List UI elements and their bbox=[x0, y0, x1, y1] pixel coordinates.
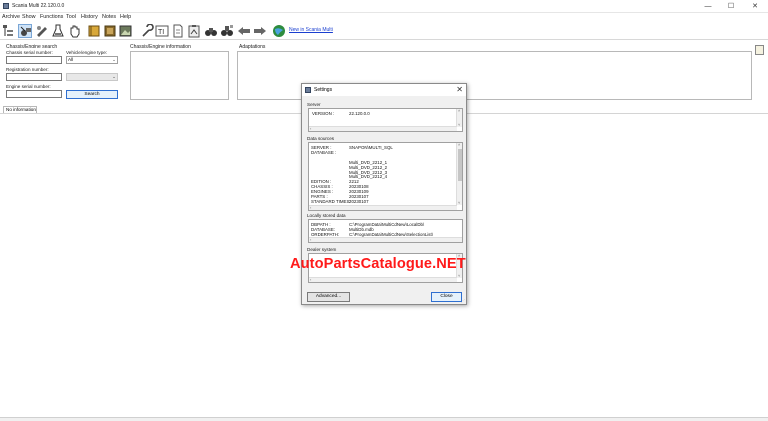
server-version-key: VERSION : bbox=[312, 111, 335, 116]
adaptations-panel-title: Adaptations bbox=[239, 44, 266, 50]
arrow-right-icon[interactable] bbox=[253, 24, 267, 38]
menu-show[interactable]: Show bbox=[22, 14, 36, 20]
row-key: DATABASE : bbox=[311, 149, 337, 155]
data-sources-box[interactable]: SERVER : SNAPON\MULTI_SQL DATABASE : Multi_… bbox=[308, 142, 463, 211]
globe-icon[interactable] bbox=[272, 24, 286, 38]
maximize-button[interactable]: ☐ bbox=[720, 1, 742, 12]
clipboard-icon[interactable] bbox=[187, 24, 201, 38]
settings-dialog-title: Settings bbox=[314, 87, 333, 93]
window-titlebar: Scania Multi 22.120.0.0 — ☐ ✕ bbox=[0, 0, 768, 13]
server-horizontal-scrollbar[interactable]: ‹ bbox=[309, 126, 457, 131]
data-sources-horizontal-scrollbar[interactable]: ‹ bbox=[309, 205, 457, 210]
scroll-left-icon[interactable]: ‹ bbox=[310, 206, 311, 210]
chassis-serial-label: Chassis serial number: bbox=[6, 50, 53, 55]
row-key: STANDARD TIMES: bbox=[311, 198, 351, 204]
new-in-scania-multi-link[interactable]: New in Scania Multi bbox=[289, 27, 333, 33]
arrow-left-icon[interactable] bbox=[237, 24, 251, 38]
menu-bar: Archive Show Functions Tool History Note… bbox=[0, 13, 768, 22]
local-data-section-label: Locally stored data bbox=[307, 213, 346, 218]
catalog-tree-icon[interactable] bbox=[2, 24, 16, 38]
watermark-text: AutoPartsCatalogue.NET bbox=[290, 256, 466, 272]
data-sources-section-label: Data sources bbox=[307, 136, 335, 141]
minimize-button[interactable]: — bbox=[697, 1, 719, 12]
search-button[interactable]: Search bbox=[66, 90, 118, 99]
wrench-puzzle-icon[interactable] bbox=[35, 24, 49, 38]
chevron-down-icon: ⌄ bbox=[112, 74, 116, 79]
scroll-up-icon[interactable]: ˄ bbox=[458, 109, 460, 113]
scroll-down-icon[interactable]: ˅ bbox=[458, 123, 460, 127]
registration-input[interactable] bbox=[6, 73, 62, 81]
menu-functions[interactable]: Functions bbox=[40, 14, 63, 20]
tab-no-information[interactable]: No information bbox=[3, 106, 37, 113]
menu-notes[interactable]: Notes bbox=[102, 14, 116, 20]
engine-serial-label: Engine serial number: bbox=[6, 84, 51, 89]
vehicle-type-select[interactable]: All ⌄ bbox=[66, 56, 118, 64]
status-bar bbox=[0, 417, 768, 421]
close-button[interactable]: Close bbox=[431, 292, 462, 302]
scroll-left-icon[interactable]: ‹ bbox=[310, 127, 311, 131]
close-icon[interactable]: ✕ bbox=[456, 85, 463, 94]
vehicle-type-value: All bbox=[68, 57, 74, 62]
binoculars-tag-icon[interactable] bbox=[220, 24, 234, 38]
data-sources-vertical-scrollbar[interactable]: ˄ ˅ bbox=[456, 143, 462, 205]
menu-history[interactable]: History bbox=[81, 14, 98, 20]
document-icon[interactable] bbox=[171, 24, 185, 38]
local-data-horizontal-scrollbar[interactable]: ‹ bbox=[309, 237, 462, 242]
vehicle-type-label: Vehicle/engine type: bbox=[66, 50, 108, 55]
close-window-button[interactable]: ✕ bbox=[744, 1, 766, 12]
toolbar: TI New in Scania Multi bbox=[0, 22, 768, 40]
scroll-down-icon[interactable]: ˅ bbox=[458, 201, 460, 205]
chassis-serial-input[interactable] bbox=[6, 56, 62, 64]
book-open-icon[interactable] bbox=[103, 24, 117, 38]
scroll-left-icon[interactable]: ‹ bbox=[310, 238, 311, 242]
advanced-button[interactable]: Advanced... bbox=[307, 292, 350, 302]
dealer-horizontal-scrollbar[interactable]: ‹ bbox=[309, 277, 457, 282]
notepad-icon[interactable] bbox=[755, 45, 764, 55]
svg-text:TI: TI bbox=[158, 29, 164, 36]
server-box[interactable]: VERSION : 22.120.0.0 ˄ ˅ ‹ bbox=[308, 108, 463, 132]
dealer-section-label: Dealer system bbox=[307, 247, 337, 252]
info-panel bbox=[130, 51, 229, 100]
menu-help[interactable]: Help bbox=[120, 14, 131, 20]
scrollbar-thumb[interactable] bbox=[458, 149, 462, 181]
engine-tools-icon[interactable] bbox=[18, 24, 32, 38]
scroll-up-icon[interactable]: ˄ bbox=[458, 143, 460, 147]
local-data-box[interactable]: DBPATH : C:\ProgramData\MultiCdNew\LocalD… bbox=[308, 219, 463, 243]
scroll-left-icon[interactable]: ‹ bbox=[310, 278, 311, 282]
info-panel-title: Chassis/Engine information bbox=[130, 44, 191, 50]
chevron-down-icon: ⌄ bbox=[112, 57, 116, 62]
search-panel: Chassis serial number: Vehicle/engine ty… bbox=[3, 48, 120, 101]
gallery-icon[interactable] bbox=[119, 24, 133, 38]
resize-grip-icon[interactable]: ⋰ bbox=[461, 298, 465, 303]
secondary-type-select: ⌄ bbox=[66, 73, 118, 81]
server-vertical-scrollbar[interactable]: ˄ ˅ bbox=[456, 109, 462, 127]
row-value: 20230107 bbox=[349, 198, 369, 204]
flask-icon[interactable] bbox=[51, 24, 65, 38]
registration-label: Registration number: bbox=[6, 67, 49, 72]
settings-dialog-titlebar: Settings ✕ bbox=[302, 84, 466, 96]
text-box-icon[interactable]: TI bbox=[155, 24, 169, 38]
hand-icon[interactable] bbox=[68, 24, 82, 38]
engine-serial-input[interactable] bbox=[6, 90, 62, 98]
menu-tool[interactable]: Tool bbox=[66, 14, 76, 20]
book-icon[interactable] bbox=[87, 24, 101, 38]
window-title: Scania Multi 22.120.0.0 bbox=[12, 3, 65, 9]
scroll-down-icon[interactable]: ˅ bbox=[458, 274, 460, 278]
settings-app-icon bbox=[305, 87, 311, 93]
wrench-icon[interactable] bbox=[140, 24, 154, 38]
menu-archive[interactable]: Archive bbox=[2, 14, 20, 20]
binoculars-icon[interactable] bbox=[204, 24, 218, 38]
row-value: SNAPON\MULTI_SQL bbox=[349, 145, 393, 150]
server-section-label: Server bbox=[307, 102, 321, 107]
server-version-value: 22.120.0.0 bbox=[349, 111, 370, 116]
app-icon bbox=[3, 3, 9, 9]
